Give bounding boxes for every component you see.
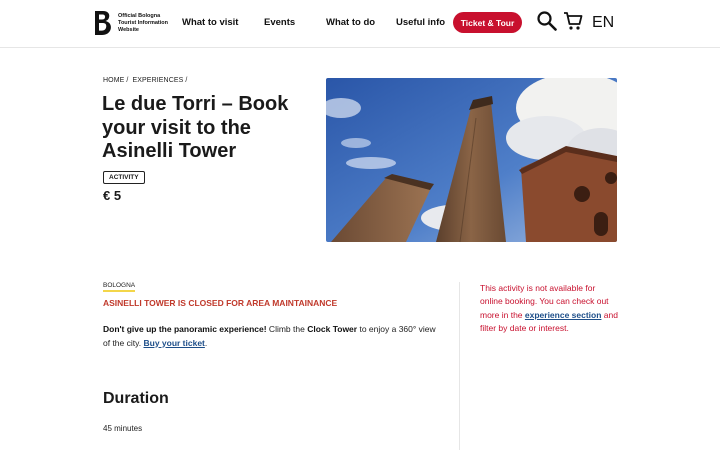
closed-notice: ASINELLI TOWER IS CLOSED FOR AREA MAINTA… — [103, 298, 338, 308]
breadcrumb-experiences[interactable]: EXPERIENCES — [133, 77, 184, 84]
logo-b-icon — [93, 10, 113, 36]
logo-line: Official Bologna — [118, 12, 161, 19]
experience-section-link[interactable]: experience section — [525, 310, 602, 320]
logo-line: Tourist Information — [118, 19, 169, 26]
breadcrumb: HOME / EXPERIENCES / — [103, 77, 189, 84]
language-selector[interactable]: EN — [592, 14, 614, 32]
site-logo[interactable]: Official Bologna Tourist Information Web… — [93, 10, 168, 36]
breadcrumb-separator: / — [185, 77, 188, 84]
city-tag[interactable]: BOLOGNA — [103, 282, 136, 292]
site-header: Official Bologna Tourist Information Web… — [0, 0, 720, 48]
asinelli-tower-photo — [326, 78, 617, 242]
ticket-tour-button[interactable]: Ticket & Tour — [453, 12, 522, 33]
buy-ticket-link[interactable]: Buy your ticket — [143, 338, 204, 348]
cart-icon[interactable] — [563, 11, 583, 36]
activity-badge: ACTIVITY — [103, 171, 145, 184]
para-highlight: Don't give up the panoramic experience! — [103, 324, 267, 334]
nav-what-to-do[interactable]: What to do — [326, 17, 375, 28]
page-title: Le due Torri – Book your visit to the As… — [102, 93, 289, 162]
logo-text: Official Bologna Tourist Information Web… — [118, 13, 168, 34]
duration-heading: Duration — [103, 390, 169, 407]
breadcrumb-separator: / — [126, 77, 129, 84]
clock-tower-text: Clock Tower — [307, 324, 358, 334]
nav-events[interactable]: Events — [264, 17, 295, 28]
breadcrumb-home[interactable]: HOME — [103, 77, 124, 84]
description-paragraph: Don't give up the panoramic experience! … — [103, 323, 443, 350]
duration-value: 45 minutes — [103, 424, 143, 433]
para-end: . — [204, 337, 208, 348]
para-text: Climb the — [266, 324, 308, 334]
logo-line: Website — [118, 26, 139, 33]
booking-notice: This activity is not available for onlin… — [480, 282, 620, 335]
nav-useful-info[interactable]: Useful info — [396, 17, 445, 28]
price: € 5 — [103, 188, 122, 203]
nav-what-to-visit[interactable]: What to visit — [182, 17, 238, 28]
search-icon[interactable] — [537, 11, 557, 36]
column-divider — [459, 282, 460, 450]
